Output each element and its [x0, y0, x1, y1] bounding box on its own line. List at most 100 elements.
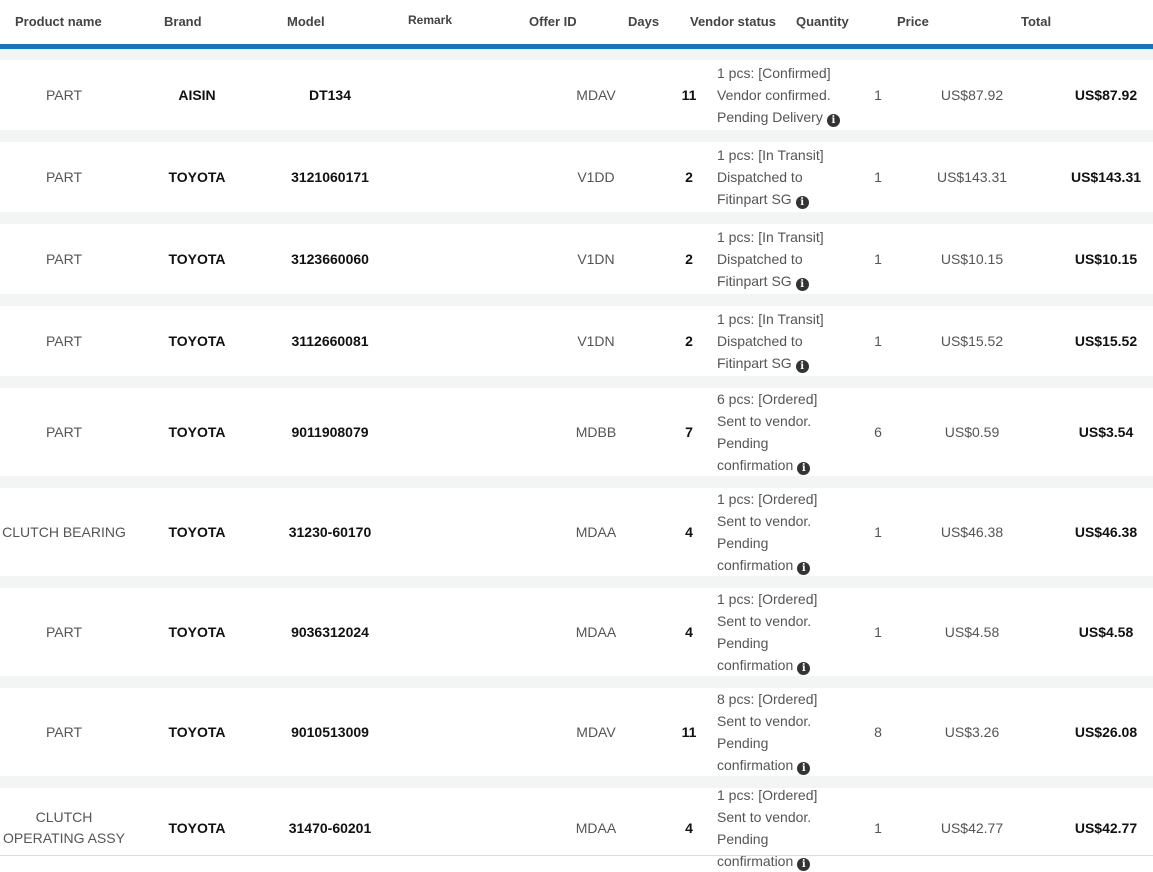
vendor-status-line: 8 pcs: [Ordered] [717, 691, 818, 707]
cell-price: US$42.77 [940, 819, 1004, 836]
vendor-status-line: 1 pcs: [Confirmed] [717, 65, 831, 81]
vendor-status: 6 pcs: [Ordered] Sent to vendor. Pending co… [717, 388, 867, 476]
table-header: Product name Brand Model Remark Offer ID… [0, 0, 1153, 44]
table-row[interactable]: PART TOYOTA 3112660081 V1DN 2 1 US$15.52 US$15.… [0, 306, 1153, 376]
info-icon[interactable]: i [826, 114, 840, 127]
vendor-status-line: Sent to vendor. [717, 513, 812, 529]
cell-total: US$42.77 [1074, 819, 1138, 836]
vendor-status-line: 1 pcs: [In Transit] [717, 311, 824, 327]
vendor-status: 1 pcs: [Ordered] Sent to vendor. Pending co… [717, 588, 867, 676]
header-offer-id[interactable]: Offer ID [529, 14, 577, 29]
cell-days: 7 [685, 423, 693, 440]
cell-total: US$15.52 [1074, 332, 1138, 349]
vendor-status-line: Pending Delivery [717, 109, 823, 125]
cell-remark [400, 588, 460, 676]
cell-brand: TOYOTA [168, 819, 226, 836]
cell-total: US$3.54 [1078, 423, 1134, 440]
vendor-status-line: Fitinpart SG [717, 273, 792, 289]
info-icon[interactable]: i [797, 762, 811, 775]
cell-total: US$26.08 [1074, 723, 1138, 740]
table-row[interactable]: PART TOYOTA 9036312024 MDAA 4 1 US$4.58 US$4.58… [0, 588, 1153, 676]
cell-brand: TOYOTA [168, 250, 226, 267]
table-row[interactable]: PART TOYOTA 9010513009 MDAV 11 8 US$3.26 US$26.… [0, 688, 1153, 776]
cell-price: US$0.59 [944, 423, 1000, 440]
vendor-status-line: Vendor confirmed. [717, 87, 831, 103]
header-total[interactable]: Total [1021, 14, 1051, 29]
table-row[interactable]: CLUTCH BEARING TOYOTA 31230-60170 MDAA 4 1 US$… [0, 488, 1153, 576]
header-quantity[interactable]: Quantity [796, 14, 849, 29]
info-icon[interactable]: i [795, 278, 809, 291]
cell-product: PART [45, 623, 83, 640]
cell-remark [400, 60, 460, 130]
vendor-status: 1 pcs: [In Transit] Dispatched to Fitinpar… [717, 144, 867, 210]
cell-offer-id: MDAV [576, 86, 616, 103]
cell-model: 31470-60201 [288, 819, 372, 836]
vendor-status-line: Pending [717, 435, 769, 451]
vendor-status-line: confirmation [717, 557, 794, 573]
header-product-name[interactable]: Product name [15, 14, 102, 29]
vendor-status: 1 pcs: [In Transit] Dispatched to Fitinpar… [717, 226, 867, 292]
vendor-status-line: Dispatched to [717, 251, 803, 267]
vendor-status-line: 1 pcs: [Ordered] [717, 591, 818, 607]
table-row[interactable]: PART TOYOTA 3121060171 V1DD 2 1 US$143.31 US$14… [0, 142, 1153, 212]
header-remark[interactable]: Remark [408, 13, 452, 27]
cell-days: 11 [681, 86, 697, 103]
cell-price: US$15.52 [940, 332, 1004, 349]
cell-offer-id: MDAV [576, 723, 616, 740]
vendor-status-line: Pending [717, 635, 769, 651]
cell-model: 3123660060 [291, 250, 369, 267]
cell-price: US$143.31 [936, 168, 1008, 185]
table-row[interactable]: CLUTCH OPERATING ASSY TOYOTA 31470-60201 MD… [0, 787, 1153, 871]
table-row[interactable]: PART TOYOTA 3123660060 V1DN 2 1 US$10.15 US$10.… [0, 224, 1153, 294]
vendor-status-line: Fitinpart SG [717, 355, 792, 371]
cell-remark [400, 306, 460, 376]
cell-days: 4 [685, 523, 693, 540]
vendor-status: 1 pcs: [In Transit] Dispatched to Fitinpar… [717, 308, 867, 374]
vendor-status-line: 1 pcs: [In Transit] [717, 229, 824, 245]
vendor-status-line: Dispatched to [717, 169, 803, 185]
header-vendor-status[interactable]: Vendor status [690, 14, 776, 29]
vendor-status-line: Pending [717, 831, 769, 847]
header-days[interactable]: Days [628, 14, 659, 29]
cell-price: US$3.26 [944, 723, 1000, 740]
vendor-status-line: Sent to vendor. [717, 613, 812, 629]
header-brand[interactable]: Brand [164, 14, 202, 29]
vendor-status-line: Pending [717, 735, 769, 751]
cell-model: 31230-60170 [288, 523, 372, 540]
cell-total: US$143.31 [1070, 168, 1142, 185]
cell-days: 2 [685, 250, 693, 267]
cell-model: 9010513009 [291, 723, 369, 740]
table-row[interactable]: PART AISIN DT134 MDAV 11 1 US$87.92 US$87.92 1 p… [0, 60, 1153, 130]
cell-product: CLUTCH BEARING [2, 523, 126, 540]
cell-model: 3112660081 [291, 332, 369, 349]
cell-model: DT134 [308, 86, 352, 103]
vendor-status: 1 pcs: [Confirmed] Vendor confirmed. Pendi… [717, 62, 867, 128]
cell-product: PART [45, 332, 83, 349]
vendor-status: 1 pcs: [Ordered] Sent to vendor. Pending co… [717, 488, 867, 576]
info-icon[interactable]: i [797, 562, 811, 575]
info-icon[interactable]: i [797, 462, 811, 475]
vendor-status-line: Sent to vendor. [717, 809, 812, 825]
cell-total: US$10.15 [1074, 250, 1138, 267]
header-model[interactable]: Model [287, 14, 325, 29]
cell-total: US$4.58 [1078, 623, 1134, 640]
table-row[interactable]: PART TOYOTA 9011908079 MDBB 7 6 US$0.59 US$3.54… [0, 388, 1153, 476]
vendor-status: 8 pcs: [Ordered] Sent to vendor. Pending co… [717, 688, 867, 776]
vendor-status-line: Pending [717, 535, 769, 551]
cell-remark [400, 688, 460, 776]
info-icon[interactable]: i [795, 196, 809, 209]
info-icon[interactable]: i [797, 858, 811, 871]
cell-price: US$4.58 [944, 623, 1000, 640]
cell-price: US$10.15 [940, 250, 1004, 267]
vendor-status-line: confirmation [717, 757, 794, 773]
cell-days: 4 [685, 819, 693, 836]
info-icon[interactable]: i [795, 360, 809, 373]
cell-brand: TOYOTA [168, 423, 226, 440]
cell-product: PART [45, 723, 83, 740]
cell-remark [400, 388, 460, 476]
header-price[interactable]: Price [897, 14, 929, 29]
cell-total: US$87.92 [1074, 86, 1138, 103]
cell-days: 2 [685, 332, 693, 349]
info-icon[interactable]: i [797, 662, 811, 675]
vendor-status-line: Sent to vendor. [717, 413, 812, 429]
